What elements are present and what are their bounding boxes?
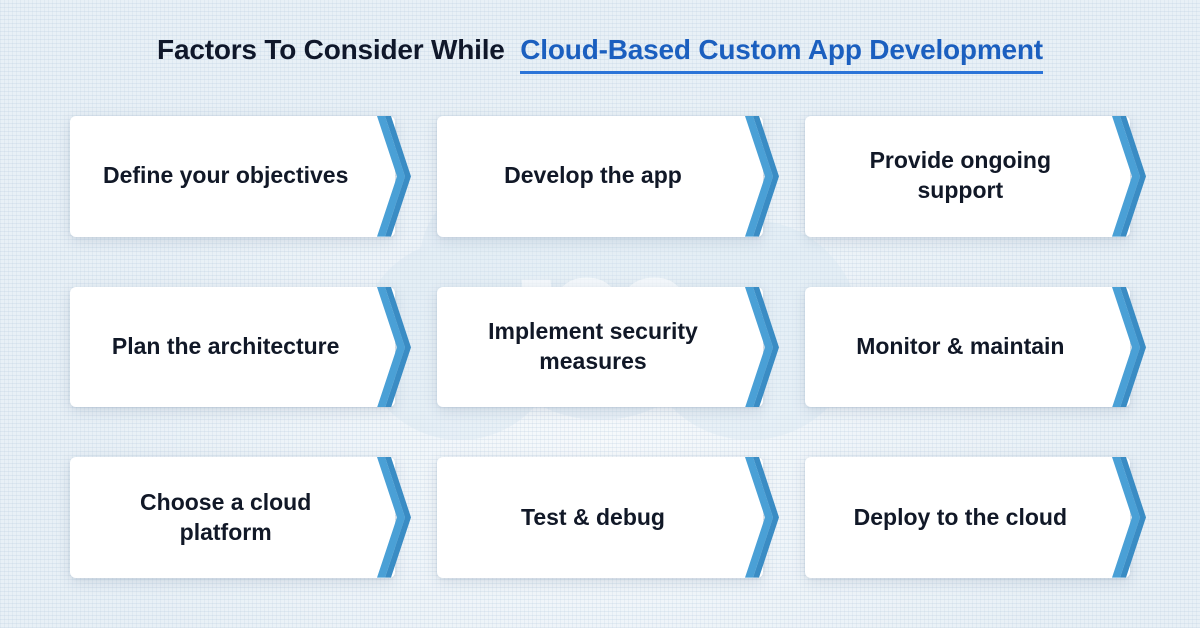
arrow-icon <box>745 287 785 408</box>
title-highlight: Cloud-Based Custom App Development <box>520 34 1043 74</box>
arrow-icon <box>377 287 417 408</box>
card-test-debug: Test & debug <box>437 457 762 578</box>
card-choose-platform: Choose a cloud platform <box>70 457 395 578</box>
arrow-icon <box>1112 457 1152 578</box>
arrow-icon <box>745 457 785 578</box>
arrow-icon <box>745 116 785 237</box>
card-define-objectives: Define your objectives <box>70 116 395 237</box>
card-label: Define your objectives <box>103 161 348 191</box>
card-plan-architecture: Plan the architecture <box>70 287 395 408</box>
card-deploy-cloud: Deploy to the cloud <box>805 457 1130 578</box>
card-label: Deploy to the cloud <box>854 503 1067 533</box>
card-label: Provide ongoing support <box>827 146 1094 206</box>
arrow-icon <box>377 116 417 237</box>
card-label: Choose a cloud platform <box>92 488 359 548</box>
card-develop-app: Develop the app <box>437 116 762 237</box>
card-monitor-maintain: Monitor & maintain <box>805 287 1130 408</box>
card-label: Develop the app <box>504 161 682 191</box>
card-security-measures: Implement security measures <box>437 287 762 408</box>
page-title: Factors To Consider While Cloud-Based Cu… <box>60 34 1140 66</box>
arrow-icon <box>377 457 417 578</box>
card-label: Monitor & maintain <box>856 332 1064 362</box>
arrow-icon <box>1112 287 1152 408</box>
card-label: Test & debug <box>521 503 665 533</box>
card-label: Plan the architecture <box>112 332 340 362</box>
card-label: Implement security measures <box>459 317 726 377</box>
title-prefix: Factors To Consider While <box>157 34 505 65</box>
diagram-container: Factors To Consider While Cloud-Based Cu… <box>0 0 1200 628</box>
card-ongoing-support: Provide ongoing support <box>805 116 1130 237</box>
factors-grid: Define your objectives Develop the app P… <box>60 116 1140 588</box>
arrow-icon <box>1112 116 1152 237</box>
